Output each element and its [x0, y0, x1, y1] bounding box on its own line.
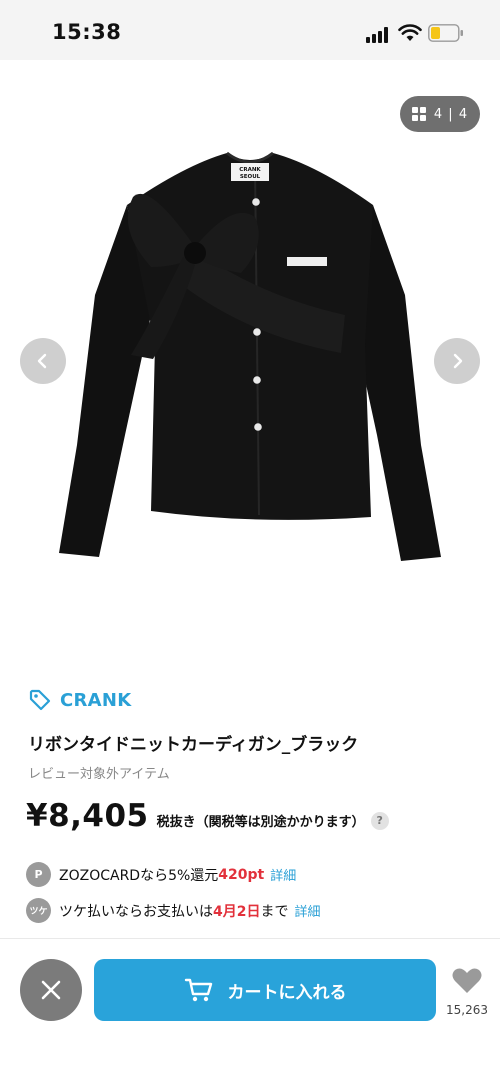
favorite-button[interactable]: 15,263 — [444, 967, 490, 1027]
price-row: ¥8,405 税抜き（関税等は別途かかります） ? — [26, 798, 389, 834]
product-title: リボンタイドニットカーディガン_ブラック — [28, 735, 359, 755]
add-to-cart-label: カートに入れる — [227, 982, 347, 1003]
neck-label-line2: SEOUL — [240, 174, 261, 180]
point-icon: P — [26, 862, 51, 887]
product-image-gallery[interactable]: 4 | 4 CRANK SEOUL — [0, 60, 500, 670]
battery-icon — [428, 24, 463, 42]
tag-icon — [29, 689, 51, 711]
add-to-cart-button[interactable]: カートに入れる — [94, 959, 436, 1021]
gallery-page-indicator: 4 | 4 — [433, 106, 469, 122]
gallery-page-badge[interactable]: 4 | 4 — [400, 96, 480, 132]
brand-link[interactable]: CRANK — [28, 688, 132, 712]
tsuke-suffix: まで — [260, 903, 289, 920]
chevron-right-icon — [453, 353, 463, 369]
zozocard-benefit: P ZOZOCARDなら5%還元 420pt 詳細 — [26, 862, 296, 887]
previous-image-button[interactable] — [20, 338, 66, 384]
cellular-signal-icon — [366, 27, 390, 43]
chevron-left-icon — [37, 353, 47, 369]
review-note: レビュー対象外アイテム — [28, 767, 170, 782]
tax-note: 税抜き（関税等は別途かかります） — [156, 815, 365, 830]
neck-label-line1: CRANK — [239, 167, 261, 173]
tsuke-payment-benefit: ツケ ツケ払いならお支払いは 4月2日 まで 詳細 — [26, 898, 321, 923]
help-icon[interactable]: ? — [370, 811, 389, 830]
bottom-action-bar: カートに入れる 15,263 — [0, 938, 500, 1080]
price: ¥8,405 — [26, 798, 149, 834]
favorite-count: 15,263 — [446, 1003, 488, 1017]
close-button[interactable] — [20, 959, 82, 1021]
product-image: CRANK SEOUL — [59, 151, 441, 561]
zozocard-text: ZOZOCARDなら5%還元 — [59, 867, 219, 884]
tsuke-text: ツケ払いならお支払いは — [59, 903, 213, 920]
close-icon — [41, 980, 61, 1000]
next-image-button[interactable] — [434, 338, 480, 384]
status-time: 15:38 — [52, 20, 122, 44]
grid-icon — [411, 107, 426, 121]
tsuke-detail-link[interactable]: 詳細 — [294, 901, 320, 920]
zozocard-points: 420pt — [218, 866, 265, 883]
cart-icon — [184, 978, 212, 1002]
brand-name: CRANK — [60, 689, 132, 711]
status-bar: 15:38 — [0, 0, 500, 60]
heart-icon — [452, 968, 482, 993]
tsuke-payment-icon: ツケ — [26, 898, 51, 923]
zozocard-detail-link[interactable]: 詳細 — [270, 865, 296, 884]
wifi-icon — [398, 24, 422, 41]
tsuke-date: 4月2日 — [213, 903, 261, 920]
